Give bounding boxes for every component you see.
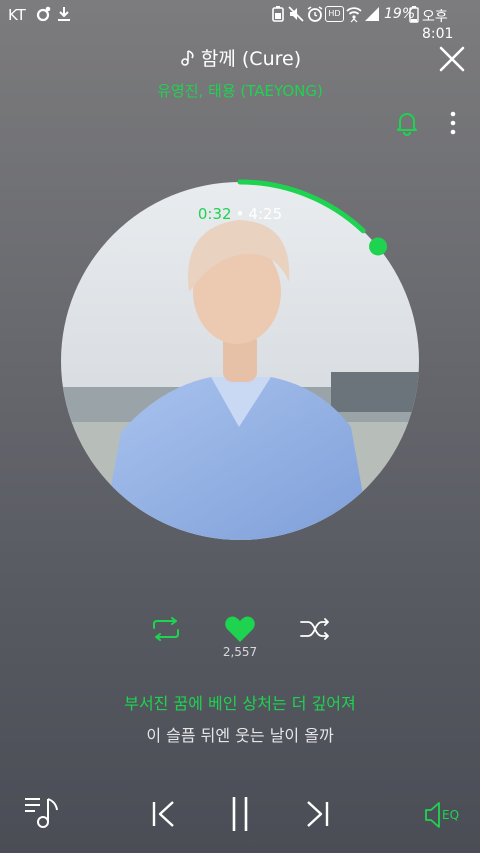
song-title-row: 함께 (Cure) (0, 44, 480, 71)
notification-bell-button[interactable] (395, 110, 419, 136)
like-heart-button[interactable] (224, 615, 256, 643)
music-app-icon (36, 6, 51, 22)
equalizer-button[interactable]: EQ (424, 800, 464, 830)
pause-button[interactable] (229, 795, 251, 833)
time-display: 0:32 • 4:25 (150, 205, 330, 223)
hd-label: HD (328, 9, 341, 18)
more-options-button[interactable] (448, 110, 458, 136)
clock-label: 오후 8:01 (422, 9, 454, 42)
download-icon (58, 7, 70, 21)
playback-progress-ring[interactable] (48, 170, 432, 554)
lyric-next-line[interactable]: 이 슬픔 뒤엔 웃는 날이 올까 (0, 722, 480, 746)
time-separator: • (235, 205, 245, 223)
progress-handle[interactable] (369, 237, 388, 256)
wifi-icon (346, 7, 362, 23)
mute-icon (288, 6, 304, 22)
total-time: 4:25 (248, 205, 283, 223)
carrier-label: KT (8, 6, 26, 24)
shuffle-button[interactable] (299, 617, 331, 641)
song-title: 함께 (Cure) (200, 48, 302, 70)
repeat-button[interactable] (150, 617, 182, 641)
close-button[interactable] (438, 45, 466, 73)
lyrics-note-icon (181, 50, 194, 66)
current-time: 0:32 (197, 205, 232, 223)
battery-saver-icon (272, 6, 284, 22)
artist-name[interactable]: 유영진, 태용 (TAEYONG) (0, 80, 480, 101)
alarm-icon (307, 6, 323, 22)
battery-icon (409, 6, 419, 23)
playlist-button[interactable] (24, 796, 60, 830)
lyric-current-line[interactable]: 부서진 꿈에 베인 상처는 더 깊어져 (0, 690, 480, 714)
like-count: 2,557 (222, 645, 258, 659)
eq-label: EQ (442, 808, 460, 822)
status-bar: KT HD 19% 오후 8:01 (0, 0, 480, 42)
speaker-icon (425, 802, 440, 828)
next-track-button[interactable] (303, 799, 331, 829)
hd-voice-icon: HD (325, 6, 344, 22)
previous-track-button[interactable] (150, 799, 178, 829)
signal-icon (365, 7, 379, 21)
